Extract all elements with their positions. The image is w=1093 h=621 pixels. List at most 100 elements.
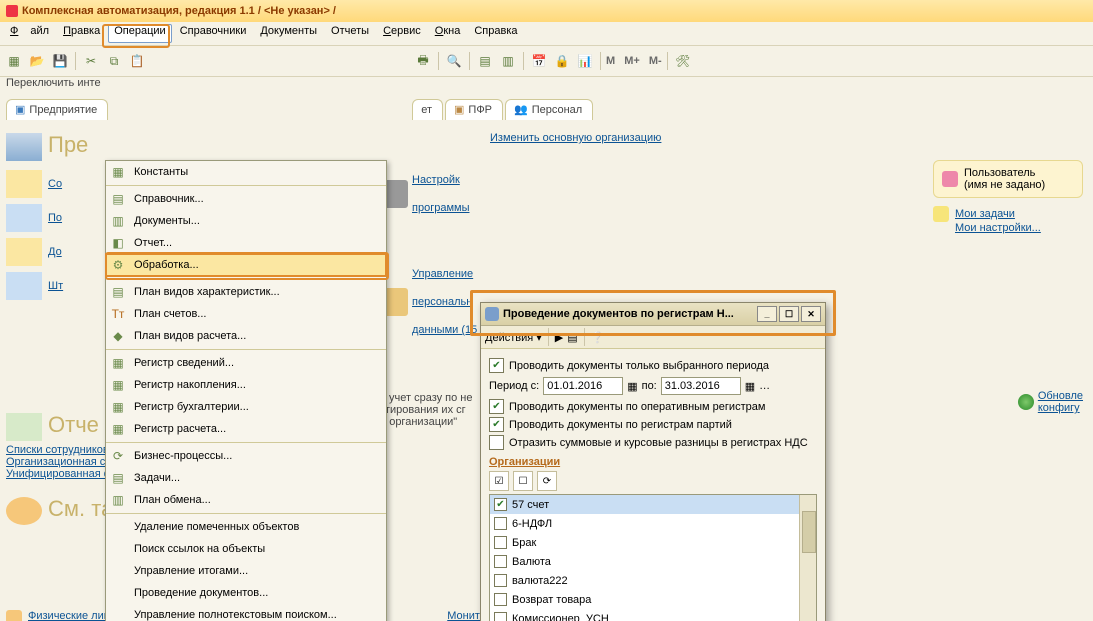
link-personal3[interactable]: данными (15	[412, 324, 477, 336]
dlg-actions[interactable]: Действия ▾	[485, 331, 542, 344]
tb-mminus[interactable]: M-	[649, 55, 662, 67]
menu-service[interactable]: Сервис	[377, 24, 427, 43]
dd-plan-calc[interactable]: ◆План видов расчета...	[106, 325, 386, 347]
tab-unknown[interactable]: ет	[412, 99, 443, 120]
link-my-settings[interactable]: Мои настройки...	[955, 222, 1041, 234]
dlg-close-button[interactable]: ✕	[801, 306, 821, 322]
tab-pfr[interactable]: ▣ПФР	[445, 99, 503, 120]
chk-oper[interactable]: ✔	[489, 399, 504, 414]
update-link[interactable]: Обновлеконфигу	[1018, 390, 1083, 414]
dlg-tb-icon1[interactable]: ▶	[555, 331, 563, 344]
org-item-0[interactable]: ✔57 счет	[490, 495, 816, 514]
menu-reports[interactable]: Отчеты	[325, 24, 375, 43]
input-date-to[interactable]	[661, 377, 741, 395]
dd-reg-calc[interactable]: ▦Регистр расчета...	[106, 418, 386, 440]
menu-ref[interactable]: Справочники	[174, 24, 253, 43]
dlg-help-icon[interactable]: ❔	[591, 331, 605, 344]
dd-tasks[interactable]: ▤Задачи...	[106, 467, 386, 489]
menu-docs[interactable]: Документы	[254, 24, 323, 43]
org-item-6[interactable]: Комиссионер_УСН	[490, 609, 816, 621]
tb-open-icon[interactable]: 📂	[27, 51, 47, 71]
link-tasks[interactable]: Мои задачи	[955, 208, 1015, 220]
menu-bar: Файл Правка Операции Справочники Докумен…	[0, 22, 1093, 46]
tb-doc-icon[interactable]: ▤	[475, 51, 495, 71]
dd-constants[interactable]: ▦Константы	[106, 161, 386, 183]
dd-report[interactable]: ◧Отчет...	[106, 232, 386, 254]
dd-fulltext[interactable]: Управление полнотекстовым поиском...	[106, 604, 386, 621]
org-item-3[interactable]: Валюта	[490, 552, 816, 571]
org-scrollbar[interactable]	[799, 495, 816, 621]
link-phys[interactable]: Физические лица	[28, 610, 116, 621]
date-to-picker-icon[interactable]: ▦	[745, 380, 755, 393]
dd-plan-char[interactable]: ▤План видов характеристик...	[106, 281, 386, 303]
link-positions[interactable]: До	[48, 246, 62, 258]
menu-file[interactable]: Файл	[4, 24, 55, 43]
user-name: (имя не задано)	[964, 179, 1045, 191]
main-toolbar: ▦ 📂 💾 ✂ ⧉ 📋 🖶 🔍 ▤ ▥ 📅 🔒 📊 M M+ M- 🛠	[0, 46, 1093, 77]
chk-vat[interactable]	[489, 435, 504, 450]
menu-edit[interactable]: Правка	[57, 24, 106, 43]
org-tb-refresh-icon[interactable]: ⟳	[537, 471, 557, 491]
org-list[interactable]: ✔57 счет 6-НДФЛ Брак Валюта валюта222 Во…	[489, 494, 817, 621]
dlg-tb-icon2[interactable]: ▤	[567, 331, 577, 344]
switch-interface[interactable]: Переключить инте	[0, 77, 1093, 95]
date-from-picker-icon[interactable]: ▦	[627, 380, 637, 393]
org-item-4[interactable]: валюта222	[490, 571, 816, 590]
chk-period-only[interactable]: ✔	[489, 358, 504, 373]
tb-calendar-icon[interactable]: 📅	[529, 51, 549, 71]
dlg-min-button[interactable]: _	[757, 306, 777, 322]
tb-tools-icon[interactable]: 🛠	[673, 51, 693, 71]
org-tb-check-icon[interactable]: ☑	[489, 471, 509, 491]
org-item-1[interactable]: 6-НДФЛ	[490, 514, 816, 533]
tb-save-icon[interactable]: 💾	[50, 51, 70, 71]
dd-plan-exch[interactable]: ▥План обмена...	[106, 489, 386, 511]
link-staff[interactable]: Шт	[48, 280, 63, 292]
dd-manage-totals[interactable]: Управление итогами...	[106, 560, 386, 582]
dd-delete-marked[interactable]: Удаление помеченных объектов	[106, 516, 386, 538]
tb-doc2-icon[interactable]: ▥	[498, 51, 518, 71]
tab-personnel[interactable]: 👥Персонал	[505, 99, 593, 120]
period-picker-button[interactable]: …	[759, 380, 779, 392]
chk-batch[interactable]: ✔	[489, 417, 504, 432]
dd-documents[interactable]: ▥Документы...	[106, 210, 386, 232]
link-settings2[interactable]: программы	[412, 202, 469, 214]
link-personal2[interactable]: персональн	[412, 296, 477, 308]
dd-reference[interactable]: ▤Справочник...	[106, 188, 386, 210]
tb-cut-icon[interactable]: ✂	[81, 51, 101, 71]
dlg-icon	[485, 307, 499, 321]
menu-help[interactable]: Справка	[468, 24, 523, 43]
tab-enterprise[interactable]: ▣Предприятие	[6, 99, 108, 120]
positions-icon	[6, 238, 42, 266]
tb-mplus[interactable]: M+	[624, 55, 640, 67]
tb-lock-icon[interactable]: 🔒	[552, 51, 572, 71]
link-employees[interactable]: Со	[48, 178, 62, 190]
link-personal1[interactable]: Управление	[412, 268, 477, 280]
dd-find-refs[interactable]: Поиск ссылок на объекты	[106, 538, 386, 560]
tb-new-icon[interactable]: ▦	[4, 51, 24, 71]
dd-reg-info[interactable]: ▦Регистр сведений...	[106, 352, 386, 374]
lbl-period-to: по:	[642, 380, 657, 392]
tb-find-icon[interactable]: 🔍	[444, 51, 464, 71]
tb-m[interactable]: M	[606, 55, 615, 67]
dd-reg-accum[interactable]: ▦Регистр накопления...	[106, 374, 386, 396]
dd-plan-accounts[interactable]: ТтПлан счетов...	[106, 303, 386, 325]
dd-bp[interactable]: ⟳Бизнес-процессы...	[106, 445, 386, 467]
org-item-2[interactable]: Брак	[490, 533, 816, 552]
org-item-5[interactable]: Возврат товара	[490, 590, 816, 609]
link-change-org[interactable]: Изменить основную организацию	[490, 132, 690, 144]
link-settings[interactable]: Настройк	[412, 174, 469, 186]
tb-chart-icon[interactable]: 📊	[575, 51, 595, 71]
tb-print-icon[interactable]: 🖶	[413, 51, 433, 71]
dd-post-docs[interactable]: Проведение документов...	[106, 582, 386, 604]
user-label: Пользователь	[964, 167, 1035, 179]
dd-processing[interactable]: ⚙Обработка...	[106, 254, 386, 276]
menu-operations[interactable]: Операции	[108, 24, 171, 43]
link-depts[interactable]: По	[48, 212, 62, 224]
menu-windows[interactable]: Окна	[429, 24, 467, 43]
tb-copy-icon[interactable]: ⧉	[104, 51, 124, 71]
input-date-from[interactable]	[543, 377, 623, 395]
org-tb-uncheck-icon[interactable]: ☐	[513, 471, 533, 491]
tb-paste-icon[interactable]: 📋	[127, 51, 147, 71]
dlg-max-button[interactable]: ☐	[779, 306, 799, 322]
dd-reg-ledger[interactable]: ▦Регистр бухгалтерии...	[106, 396, 386, 418]
